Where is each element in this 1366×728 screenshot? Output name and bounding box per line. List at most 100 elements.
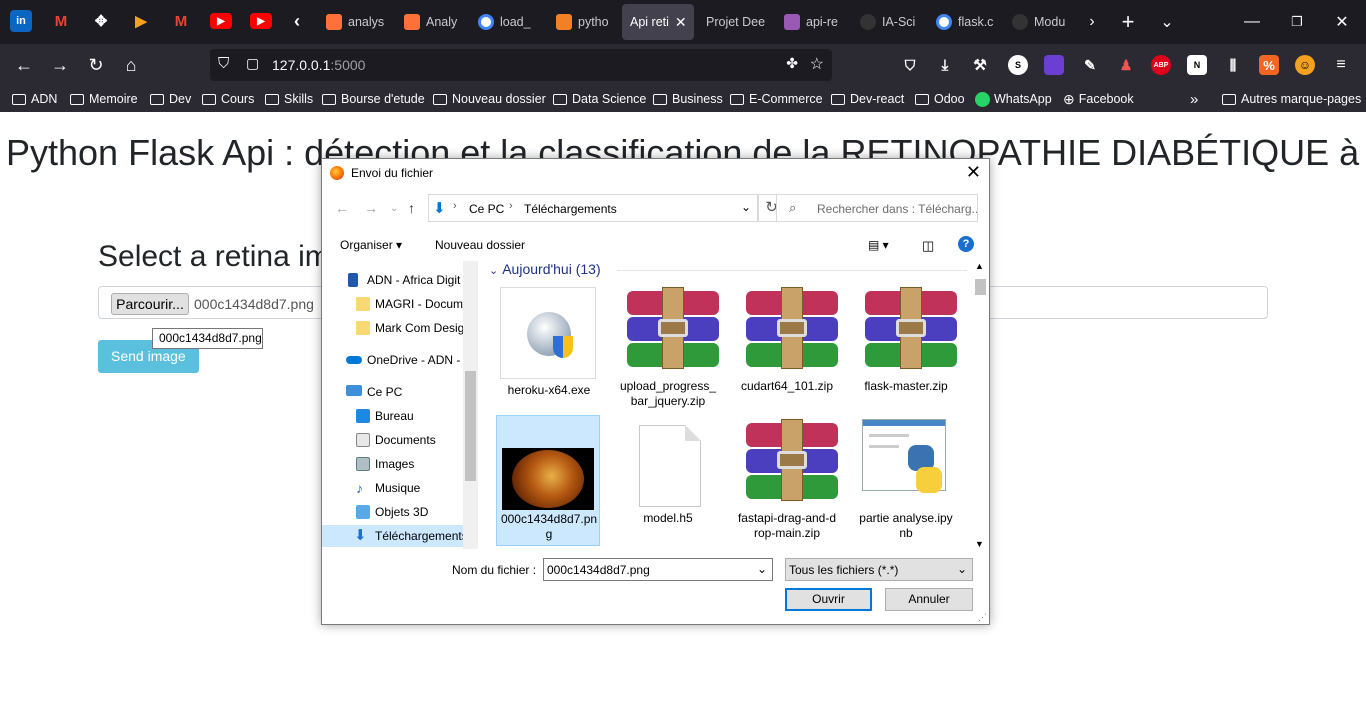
adblock-icon[interactable]: ABP xyxy=(1151,55,1171,75)
breadcrumb-item[interactable]: Ce PC xyxy=(469,202,504,216)
figure-extension-icon[interactable]: ♟ xyxy=(1116,55,1136,75)
notion-icon[interactable]: N xyxy=(1187,55,1207,75)
youtube-icon[interactable]: ▶ xyxy=(250,13,272,29)
chevron-down-icon[interactable]: ⌄ xyxy=(757,562,767,576)
back-icon[interactable]: ← xyxy=(335,200,349,216)
url-bar[interactable]: ⛉ ▢ 127.0.0.1:5000 ✤ ☆ xyxy=(210,49,832,81)
tree-item[interactable]: OneDrive - ADN - xyxy=(322,349,462,371)
address-breadcrumb[interactable]: ⬇ › Ce PC › Téléchargements ⌄ xyxy=(428,194,758,222)
game-icon[interactable]: ✥ xyxy=(90,10,112,32)
tab-active[interactable]: Api reti ✕ xyxy=(622,4,694,40)
scroll-down-icon[interactable]: ▼ xyxy=(975,539,984,549)
s-extension-icon[interactable]: S xyxy=(1008,55,1028,75)
tree-scrollbar[interactable] xyxy=(463,261,478,549)
help-icon[interactable]: ? xyxy=(958,236,974,252)
forward-icon[interactable]: → xyxy=(364,200,378,216)
close-icon[interactable]: ✕ xyxy=(966,162,981,183)
filename-input[interactable]: 000c1434d8d7.png ⌄ xyxy=(543,558,773,581)
percent-extension-icon[interactable]: % xyxy=(1259,55,1279,75)
breadcrumb-item[interactable]: Téléchargements xyxy=(524,202,617,216)
tree-item[interactable]: Documents xyxy=(322,429,462,451)
gmail-icon[interactable]: M xyxy=(50,10,72,32)
gmail-icon[interactable]: M xyxy=(170,10,192,32)
bookmark-star-icon[interactable]: ☆ xyxy=(810,54,824,74)
tree-item[interactable]: Images xyxy=(322,453,462,475)
view-options-icon[interactable]: ▤ ▾ xyxy=(868,238,889,252)
new-folder-button[interactable]: Nouveau dossier xyxy=(435,238,525,252)
bookmark-folder[interactable]: Dev-react xyxy=(831,90,904,108)
bookmark-folder[interactable]: Nouveau dossier xyxy=(433,90,546,108)
tree-item[interactable]: Mark Com Desig xyxy=(322,317,464,339)
downloads-icon[interactable]: ⤓ xyxy=(935,55,955,75)
library-icon[interactable]: ⫼ xyxy=(1223,55,1243,75)
file-item[interactable]: flask-master.zip xyxy=(854,283,958,413)
file-type-select[interactable]: Tous les fichiers (*.*) ⌄ xyxy=(785,558,973,581)
scroll-tabs-left-icon[interactable]: ‹ xyxy=(286,10,308,32)
other-bookmarks[interactable]: Autres marque-pages xyxy=(1222,90,1361,108)
search-input[interactable]: ⌕ Rechercher dans : Télécharg... xyxy=(776,194,978,222)
up-icon[interactable]: ↑ xyxy=(408,200,415,216)
linkedin-icon[interactable]: in xyxy=(10,10,32,32)
bookmark-link[interactable]: WhatsApp xyxy=(975,90,1052,108)
file-item[interactable]: model.h5 xyxy=(616,415,720,545)
bookmark-folder[interactable]: Skills xyxy=(265,90,313,108)
recent-dropdown-icon[interactable]: ⌄ xyxy=(390,203,398,214)
minimize-icon[interactable]: — xyxy=(1240,10,1264,34)
wrench-icon[interactable]: ⚒ xyxy=(970,55,990,75)
tree-item[interactable]: Objets 3D xyxy=(322,501,462,523)
tab[interactable]: pytho xyxy=(548,4,618,40)
tree-item[interactable]: Ce PC xyxy=(322,381,462,403)
preview-pane-icon[interactable]: ◫ xyxy=(922,238,934,254)
bookmark-folder[interactable]: ADN xyxy=(12,90,57,108)
new-tab-icon[interactable]: + xyxy=(1116,9,1140,34)
purple-extension-icon[interactable] xyxy=(1044,55,1064,75)
forward-icon[interactable]: → xyxy=(47,52,73,78)
pocket-icon[interactable]: ⛉ xyxy=(900,55,920,75)
pen-extension-icon[interactable]: ✎ xyxy=(1080,55,1100,75)
tab[interactable]: Projet Dee xyxy=(698,4,772,40)
bookmark-link[interactable]: ⊕ Facebook xyxy=(1063,90,1134,108)
list-tabs-icon[interactable]: ⌄ xyxy=(1155,10,1179,34)
files-scrollbar[interactable]: ▲ ▼ xyxy=(973,261,988,549)
bookmark-folder[interactable]: Business xyxy=(653,90,723,108)
tree-item[interactable]: MAGRI - Docum xyxy=(322,293,463,315)
file-item-selected[interactable]: 000c1434d8d7.png xyxy=(496,415,600,546)
tree-item[interactable]: ♪ Musique xyxy=(322,477,462,499)
youtube-icon[interactable]: ▶ xyxy=(210,13,232,29)
back-icon[interactable]: ← xyxy=(11,52,37,78)
extension-puzzle-icon[interactable]: ✤ xyxy=(786,55,798,72)
browse-button[interactable]: Parcourir... xyxy=(111,293,189,315)
play-icon[interactable]: ▶ xyxy=(130,10,152,32)
scroll-tabs-right-icon[interactable]: › xyxy=(1080,10,1104,34)
shield-icon[interactable]: ⛉ xyxy=(218,55,229,72)
organize-menu[interactable]: Organiser ▾ xyxy=(340,238,402,252)
close-window-icon[interactable]: ✕ xyxy=(1330,10,1354,34)
scrollbar-thumb[interactable] xyxy=(975,279,986,295)
bookmark-folder[interactable]: Dev xyxy=(150,90,191,108)
tab[interactable]: IA-Sci xyxy=(852,4,924,40)
more-bookmarks-icon[interactable]: » xyxy=(1190,90,1198,108)
chevron-down-icon[interactable]: ⌄ xyxy=(741,200,751,214)
file-item[interactable]: cudart64_101.zip xyxy=(735,283,839,413)
file-item[interactable]: upload_progress_bar_jquery.zip xyxy=(616,283,720,413)
scrollbar-thumb[interactable] xyxy=(465,371,476,481)
restore-icon[interactable]: ❐ xyxy=(1285,10,1309,34)
reload-icon[interactable]: ↻ xyxy=(83,52,109,78)
cancel-button[interactable]: Annuler xyxy=(885,588,973,611)
tree-item[interactable]: Bureau xyxy=(322,405,462,427)
group-header[interactable]: ⌄ Aujourd'hui (13) xyxy=(489,261,601,277)
file-item[interactable]: heroku-x64.exe xyxy=(497,283,601,413)
resize-grip-icon[interactable]: ⋰ xyxy=(978,612,987,623)
bookmark-folder[interactable]: Cours xyxy=(202,90,254,108)
open-button[interactable]: Ouvrir xyxy=(785,588,872,611)
bookmark-folder[interactable]: Odoo xyxy=(915,90,965,108)
close-tab-icon[interactable]: ✕ xyxy=(675,14,687,31)
scroll-up-icon[interactable]: ▲ xyxy=(975,261,984,271)
tree-item[interactable]: ADN - Africa Digit xyxy=(322,269,462,291)
bookmark-folder[interactable]: E-Commerce xyxy=(730,90,823,108)
tab[interactable]: load_ xyxy=(470,4,540,40)
tab[interactable]: analys xyxy=(318,4,388,40)
bookmark-folder[interactable]: Data Science xyxy=(553,90,646,108)
tab[interactable]: Modu xyxy=(1004,4,1076,40)
file-item[interactable]: partie analyse.ipynb xyxy=(854,415,958,545)
